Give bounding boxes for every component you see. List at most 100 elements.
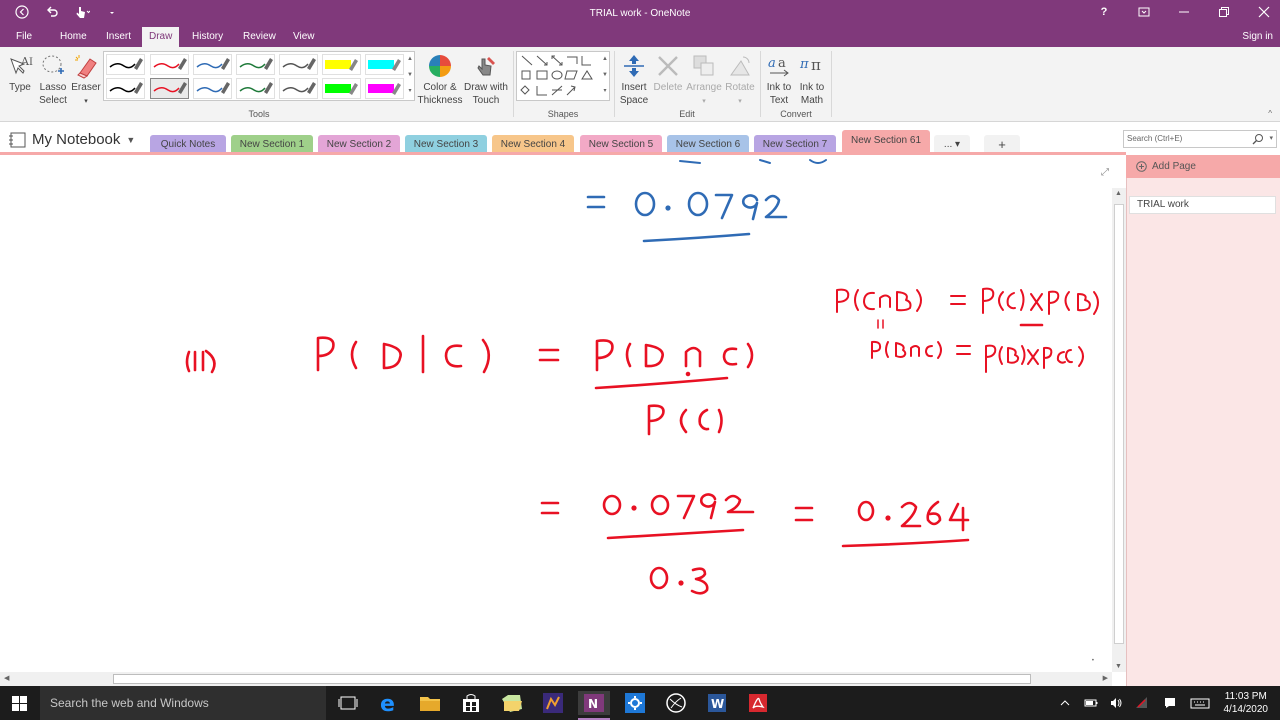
pen-swatch[interactable]: [365, 78, 404, 99]
pen-icon: [282, 58, 316, 70]
arrange-button[interactable]: Arrange ▾: [685, 53, 723, 108]
horizontal-scrollbar[interactable]: ◀ ▶: [0, 672, 1112, 686]
collapse-ribbon-icon[interactable]: ^: [1268, 109, 1272, 118]
help-icon[interactable]: ?: [1096, 4, 1112, 20]
shapes-gallery-scroll[interactable]: ▲ ▼ ▾: [600, 51, 610, 101]
menu-file[interactable]: File: [9, 27, 39, 47]
tools-group-label: Tools: [248, 109, 270, 119]
app-icon[interactable]: [541, 691, 565, 715]
section-tab-new-section-61[interactable]: New Section 61: [842, 130, 930, 154]
keyboard-icon[interactable]: [1190, 696, 1210, 710]
battery-icon[interactable]: [1084, 696, 1098, 710]
lasso-select-button[interactable]: Lasso Select: [36, 53, 70, 107]
insert-space-button[interactable]: Insert Space: [617, 53, 651, 107]
menu-view[interactable]: View: [286, 27, 322, 47]
scroll-right-arrow-icon[interactable]: ▶: [1103, 674, 1108, 682]
acrobat-icon[interactable]: [746, 691, 770, 715]
pen-swatch[interactable]: [322, 54, 361, 75]
menu-draw[interactable]: Draw: [142, 27, 180, 47]
pen-swatch[interactable]: [150, 54, 189, 75]
notebook-icon: [9, 132, 26, 147]
windows-start-icon[interactable]: [12, 696, 27, 716]
sign-in-link[interactable]: Sign in: [1242, 27, 1273, 47]
eraser-dropdown-icon[interactable]: ▾: [84, 98, 88, 105]
vertical-scrollbar[interactable]: ▲ ▼: [1112, 188, 1126, 672]
type-button[interactable]: AI Type: [6, 53, 34, 94]
taskbar-search-input[interactable]: Search the web and Windows: [40, 686, 326, 720]
add-page-button[interactable]: Add Page: [1126, 155, 1280, 178]
title-bar: TRIAL work - OneNote ?: [0, 0, 1280, 27]
pen-icon: [153, 58, 187, 70]
ribbon-display-options-icon[interactable]: [1136, 4, 1152, 20]
show-hidden-icons-icon[interactable]: [1058, 696, 1072, 710]
ink-to-math-button[interactable]: ππ Ink to Math: [796, 53, 828, 107]
onenote-taskbar-icon[interactable]: N: [578, 691, 610, 720]
full-page-view-icon[interactable]: ⤢: [1101, 167, 1109, 178]
ink-to-text-button[interactable]: aa Ink to Text: [763, 53, 795, 107]
svg-text:e: e: [380, 692, 395, 715]
scroll-up-arrow-icon[interactable]: ▲: [1115, 190, 1122, 197]
minimize-icon[interactable]: [1176, 4, 1192, 20]
scroll-down-arrow-icon[interactable]: ▼: [1115, 663, 1122, 670]
volume-icon[interactable]: [1109, 696, 1123, 710]
pen-swatch[interactable]: [365, 54, 404, 75]
horizontal-scroll-thumb[interactable]: [113, 674, 1031, 684]
pen-swatch[interactable]: [322, 78, 361, 99]
page-item-trial-work[interactable]: TRIAL work: [1129, 196, 1276, 214]
task-view-icon[interactable]: [336, 691, 360, 715]
pen-icon: [109, 58, 143, 70]
taskbar-clock[interactable]: 11:03 PM 4/14/2020: [1224, 690, 1269, 716]
pen-swatch[interactable]: [236, 78, 275, 99]
taskbar: Search the web and Windows e N W 11:03 P…: [0, 686, 1280, 720]
pen-swatch[interactable]: [279, 54, 318, 75]
lasso-icon: [42, 55, 64, 74]
menu-history[interactable]: History: [185, 27, 230, 47]
app-circle-icon[interactable]: [664, 691, 688, 715]
eraser-button[interactable]: Eraser ▾: [70, 53, 102, 108]
shapes-gallery: [516, 51, 610, 101]
menu-home[interactable]: Home: [53, 27, 94, 47]
arrange-icon: [693, 55, 714, 76]
store-icon[interactable]: [459, 691, 483, 715]
pen-swatch[interactable]: [236, 54, 275, 75]
pen-gallery: [103, 51, 415, 101]
close-icon[interactable]: [1256, 4, 1272, 20]
search-scope-dropdown-icon[interactable]: ▾: [1269, 131, 1273, 147]
pen-swatch[interactable]: [279, 78, 318, 99]
search-icon[interactable]: [1252, 133, 1264, 145]
settings-taskbar-icon[interactable]: [623, 691, 647, 715]
add-icon: [1136, 161, 1147, 172]
notifications-icon[interactable]: [1163, 696, 1177, 710]
folder-shortcut-icon[interactable]: [500, 691, 524, 715]
draw-with-touch-button[interactable]: Draw with Touch: [461, 53, 511, 107]
pen-swatch[interactable]: [106, 78, 145, 99]
restore-icon[interactable]: [1216, 4, 1232, 20]
rotate-icon: [730, 56, 750, 76]
pen-icon: [282, 82, 316, 94]
pen-swatch[interactable]: [106, 54, 145, 75]
ink-to-text-icon: aa: [768, 56, 789, 77]
edge-browser-icon[interactable]: e: [377, 691, 401, 717]
color-thickness-button[interactable]: Color & Thickness: [417, 53, 463, 107]
pen-swatch[interactable]: [193, 78, 232, 99]
pen-icon: [153, 82, 187, 94]
delete-button[interactable]: Delete: [652, 53, 684, 94]
page-canvas[interactable]: ⤢ •: [0, 155, 1112, 672]
vertical-scroll-thumb[interactable]: [1114, 204, 1124, 644]
pen-swatch[interactable]: [150, 78, 189, 99]
word-icon[interactable]: W: [705, 691, 729, 715]
ink-to-math-icon: ππ: [799, 56, 821, 74]
scroll-left-arrow-icon[interactable]: ◀: [4, 674, 9, 682]
pen-icon: [196, 58, 230, 70]
pen-swatch[interactable]: [193, 54, 232, 75]
group-separator: [614, 51, 615, 117]
file-explorer-icon[interactable]: [418, 691, 442, 715]
search-input[interactable]: Search (Ctrl+E) ▾: [1123, 130, 1277, 148]
rotate-button[interactable]: Rotate ▾: [723, 53, 757, 108]
group-separator: [513, 51, 514, 117]
menu-review[interactable]: Review: [236, 27, 283, 47]
pen-gallery-scroll[interactable]: ▲ ▼ ▾: [405, 51, 415, 101]
notebook-selector[interactable]: My Notebook ▼: [8, 131, 135, 148]
network-icon[interactable]: [1135, 696, 1149, 710]
menu-insert[interactable]: Insert: [99, 27, 138, 47]
